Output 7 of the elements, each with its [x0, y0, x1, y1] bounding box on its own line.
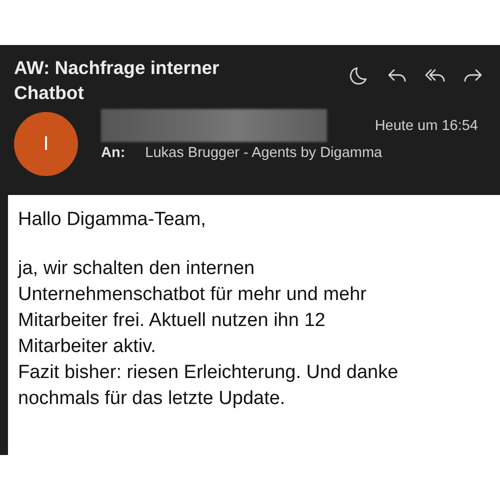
sender-avatar: I	[14, 112, 78, 176]
recipient-name: Lukas Brugger - Agents by Digamma	[145, 145, 382, 161]
message-paragraph: ja, wir schalten den internen Unternehmenschatbot für mehr und mehr Mitarbeiter frei. Aktuell nutzen ihn 12 Mitarbeiter aktiv. Fazit bisher: riesen Erleichterung. Und danke nochmals für das letzte Update.	[18, 257, 400, 411]
message-paragraph: Hallo Digamma-Team,	[18, 208, 207, 232]
mail-subject: AW: Nachfrage interner Chatbot	[14, 56, 220, 105]
mail-time: Heute um 16:54	[374, 118, 478, 134]
recipient-label: An:	[101, 145, 126, 161]
